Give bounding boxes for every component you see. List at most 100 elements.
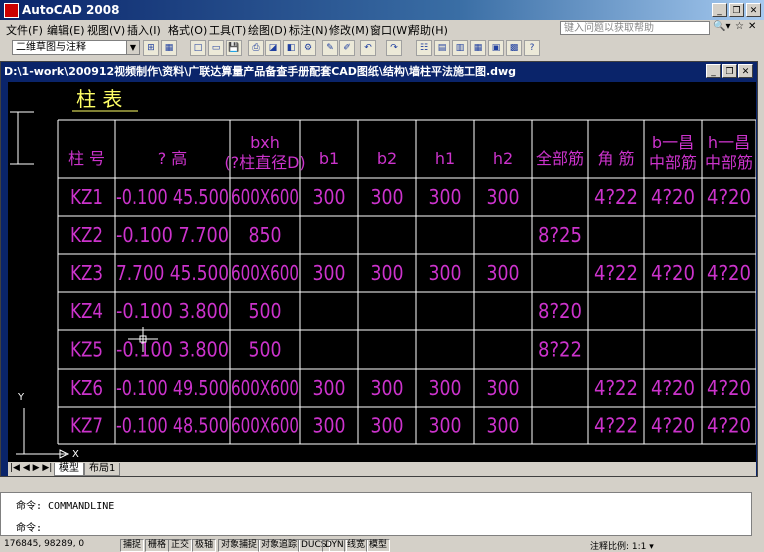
- table-header-4: b2: [377, 149, 397, 168]
- app-title: AutoCAD 2008: [22, 3, 120, 17]
- status-toggle-3[interactable]: 极轴: [192, 539, 217, 552]
- redo-icon[interactable]: ↷: [386, 40, 402, 56]
- ucs-y-label: Y: [17, 392, 25, 403]
- status-toggle-1[interactable]: 栅格: [145, 539, 170, 552]
- status-toggle-4[interactable]: 对象捕捉: [218, 539, 261, 552]
- autocad-logo-icon[interactable]: [4, 3, 19, 18]
- status-toggle-0[interactable]: 捕捉: [120, 539, 145, 552]
- status-toggle-7[interactable]: DYN: [322, 539, 347, 552]
- match-icon[interactable]: ✎: [322, 40, 338, 56]
- table-cell: 300: [429, 376, 462, 400]
- menu-item-10[interactable]: 帮助(H): [409, 22, 448, 38]
- search-icon[interactable]: 🔍▾: [713, 21, 730, 32]
- table-cell: -0.100 3.800: [116, 338, 229, 362]
- help-search-input[interactable]: 键入问题以获取帮助: [560, 21, 710, 35]
- annotation-scale[interactable]: 注释比例: 1:1 ▾: [590, 539, 654, 552]
- table-cell: 300: [371, 185, 404, 209]
- minimize-button[interactable]: _: [712, 3, 727, 17]
- doc-close-button[interactable]: ✕: [738, 64, 753, 78]
- table-header-9: b一昌中部筋: [649, 133, 697, 172]
- table-cell: 850: [249, 223, 282, 247]
- table-cell: 600X600: [231, 414, 299, 438]
- table-cell: -0.100 45.500: [116, 185, 229, 209]
- calc-icon[interactable]: ▩: [506, 40, 522, 56]
- pan-icon[interactable]: ☷: [416, 40, 432, 56]
- table-cell: 4?20: [651, 185, 695, 209]
- layer-icon[interactable]: ▦: [161, 40, 177, 56]
- table-header-10: h一昌中部筋: [705, 133, 753, 172]
- menu-item-3[interactable]: 插入(I): [127, 22, 161, 38]
- table-cell: KZ5: [70, 338, 103, 362]
- tool-icon[interactable]: ⚙: [300, 40, 316, 56]
- status-toggle-8[interactable]: 线宽: [344, 539, 369, 552]
- star-icon[interactable]: ☆: [735, 21, 744, 32]
- table-cell: -0.100 3.800: [116, 299, 229, 323]
- workspace-select[interactable]: 二维草图与注释 ▼: [12, 40, 140, 55]
- table-cell: KZ2: [70, 223, 103, 247]
- publish-icon[interactable]: ◧: [283, 40, 299, 56]
- restore-button[interactable]: ❐: [729, 3, 744, 17]
- table-cell: 8?22: [538, 338, 582, 362]
- table-cell: 4?20: [707, 414, 751, 438]
- status-toggle-9[interactable]: 模型: [366, 539, 391, 552]
- undo-icon[interactable]: ↶: [360, 40, 376, 56]
- sheet-icon[interactable]: ▣: [488, 40, 504, 56]
- table-cell: 600X600: [231, 261, 299, 285]
- table-header-3: b1: [319, 149, 339, 168]
- doc-close-icon[interactable]: ✕: [748, 21, 756, 32]
- preview-icon[interactable]: ◪: [265, 40, 281, 56]
- table-cell: 4?22: [594, 414, 638, 438]
- tab-layout1[interactable]: 布局1: [84, 463, 121, 476]
- table-cell: 300: [313, 414, 346, 438]
- drawing-canvas[interactable]: 柱 表柱 号 ? 高 bxh (?柱直径D) b1 b2 h1 h2 全部筋角 筋 b一昌中部筋 h…: [8, 82, 756, 462]
- document-title: D:\1-work\200912视频制作\资料\广联达算量产品备查手册配套CAD…: [4, 65, 517, 78]
- table-cell: 4?20: [707, 185, 751, 209]
- table-cell: 500: [249, 338, 282, 362]
- toolbar-settings-icon[interactable]: ⊞: [143, 40, 159, 56]
- close-button[interactable]: ✕: [746, 3, 761, 17]
- status-toggle-2[interactable]: 正交: [168, 539, 193, 552]
- table-cell: KZ3: [70, 261, 103, 285]
- tab-model[interactable]: 模型: [54, 463, 84, 476]
- chevron-down-icon: ▼: [126, 41, 139, 54]
- props-icon[interactable]: ▤: [434, 40, 450, 56]
- status-toggle-5[interactable]: 对象追踪: [258, 539, 301, 552]
- tab-nav-arrows-icon[interactable]: |◀ ◀ ▶ ▶|: [10, 463, 52, 473]
- menu-item-5[interactable]: 工具(T): [209, 22, 246, 38]
- table-header-6: h2: [493, 149, 513, 168]
- menu-item-9[interactable]: 窗口(W): [370, 22, 411, 38]
- design-center-icon[interactable]: ▥: [452, 40, 468, 56]
- doc-restore-button[interactable]: ❐: [722, 64, 737, 78]
- table-cell: 300: [313, 185, 346, 209]
- table-cell: 4?22: [594, 376, 638, 400]
- menu-item-7[interactable]: 标注(N): [289, 22, 328, 38]
- command-prompt[interactable]: 命令:: [16, 519, 42, 534]
- table-cell: 300: [487, 261, 520, 285]
- help-icon[interactable]: ?: [524, 40, 540, 56]
- table-cell: 300: [371, 414, 404, 438]
- menu-item-4[interactable]: 格式(O): [168, 22, 207, 38]
- menu-item-8[interactable]: 修改(M): [329, 22, 369, 38]
- command-history-line: 命令: COMMANDLINE: [16, 501, 115, 512]
- table-cell: 600X600: [231, 185, 299, 209]
- open-icon[interactable]: ▭: [208, 40, 224, 56]
- new-icon[interactable]: □: [190, 40, 206, 56]
- table-header-7: 全部筋: [536, 149, 584, 168]
- title-bar: AutoCAD 2008 _ ❐ ✕: [0, 0, 764, 20]
- table-cell: 4?22: [594, 261, 638, 285]
- table-header-2: bxh (?柱直径D): [224, 133, 305, 172]
- menu-item-6[interactable]: 绘图(D): [248, 22, 287, 38]
- table-cell: 4?20: [651, 261, 695, 285]
- table-cell: 300: [371, 376, 404, 400]
- menu-item-2[interactable]: 视图(V): [87, 22, 125, 38]
- menu-item-0[interactable]: 文件(F): [6, 22, 43, 38]
- table-cell: KZ7: [70, 414, 103, 438]
- print-icon[interactable]: ⎙: [248, 40, 264, 56]
- save-icon[interactable]: 💾: [226, 40, 242, 56]
- doc-minimize-button[interactable]: _: [706, 64, 721, 78]
- palette-icon[interactable]: ▦: [470, 40, 486, 56]
- table-cell: 500: [249, 299, 282, 323]
- table-cell: -0.100 49.500: [116, 376, 229, 400]
- menu-item-1[interactable]: 编辑(E): [47, 22, 85, 38]
- brush-icon[interactable]: ✐: [339, 40, 355, 56]
